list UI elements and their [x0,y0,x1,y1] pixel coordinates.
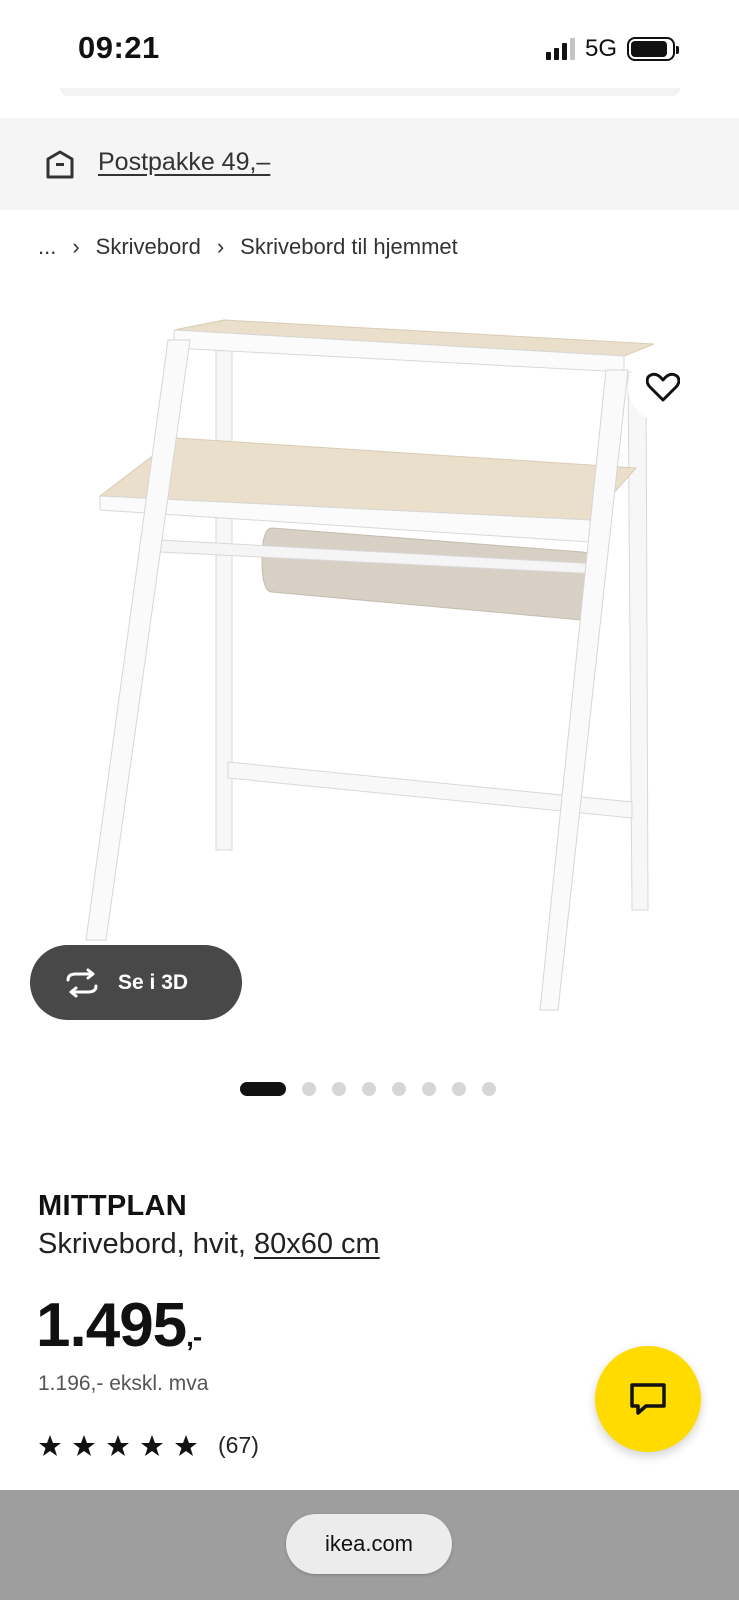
pagination-dot[interactable] [482,1082,496,1096]
star-icon [107,1434,129,1456]
price-suffix: ,- [186,1321,202,1352]
battery-icon [627,37,679,61]
status-time: 09:21 [78,30,160,65]
price-value: 1.495 [36,1291,187,1360]
header-edge [60,88,680,96]
product-type: Skrivebord, hvit, [38,1228,246,1260]
pagination-dot[interactable] [392,1082,406,1096]
favorite-button[interactable] [628,352,698,422]
pagination-dot[interactable] [302,1082,316,1096]
breadcrumb: ... › Skrivebord › Skrivebord til hjemme… [38,234,458,260]
star-icon [141,1434,163,1456]
product-name: MITTPLAN [38,1190,187,1222]
pagination-dot[interactable] [422,1082,436,1096]
heart-icon [646,372,680,402]
price-ex-vat: 1.196,- ekskl. mva [38,1372,209,1395]
breadcrumb-item-current[interactable]: Skrivebord til hjemmet [240,234,458,260]
star-icon [39,1434,61,1456]
star-icon [175,1434,197,1456]
status-indicators: 5G [545,34,679,64]
chat-icon [630,1383,666,1415]
network-type: 5G [584,35,617,62]
delivery-bar: Postpakke 49,– [0,118,739,210]
delivery-link[interactable]: Postpakke 49,– [98,148,270,177]
star-icon [73,1434,95,1456]
gallery-pagination [240,1082,496,1096]
breadcrumb-ellipsis[interactable]: ... [38,234,56,260]
pagination-dot[interactable] [362,1082,376,1096]
size-link[interactable]: 80x60 cm [254,1228,380,1260]
product-image-gallery[interactable]: Se i 3D [0,290,739,1060]
breadcrumb-separator: › [216,234,225,259]
chat-button[interactable] [595,1346,701,1452]
breadcrumb-separator: › [72,234,80,259]
rotate-icon [66,968,98,997]
browser-bottom-bar: ikea.com [0,1490,739,1600]
pagination-dot[interactable] [452,1082,466,1096]
product-price: 1.495,- [36,1290,202,1361]
signal-icon [545,38,575,60]
product-description: Skrivebord, hvit, 80x60 cm [38,1228,380,1261]
rating-count: (67) [218,1432,259,1458]
url-bar[interactable]: ikea.com [286,1514,452,1574]
view-3d-button[interactable]: Se i 3D [30,945,242,1020]
box-icon [46,150,74,179]
status-bar: 09:21 5G [0,0,739,100]
pagination-dot-active[interactable] [240,1082,286,1096]
pagination-dot[interactable] [332,1082,346,1096]
view-3d-label: Se i 3D [118,970,189,994]
product-rating[interactable]: (67) [38,1432,259,1459]
breadcrumb-item-skrivebord[interactable]: Skrivebord [96,234,201,260]
